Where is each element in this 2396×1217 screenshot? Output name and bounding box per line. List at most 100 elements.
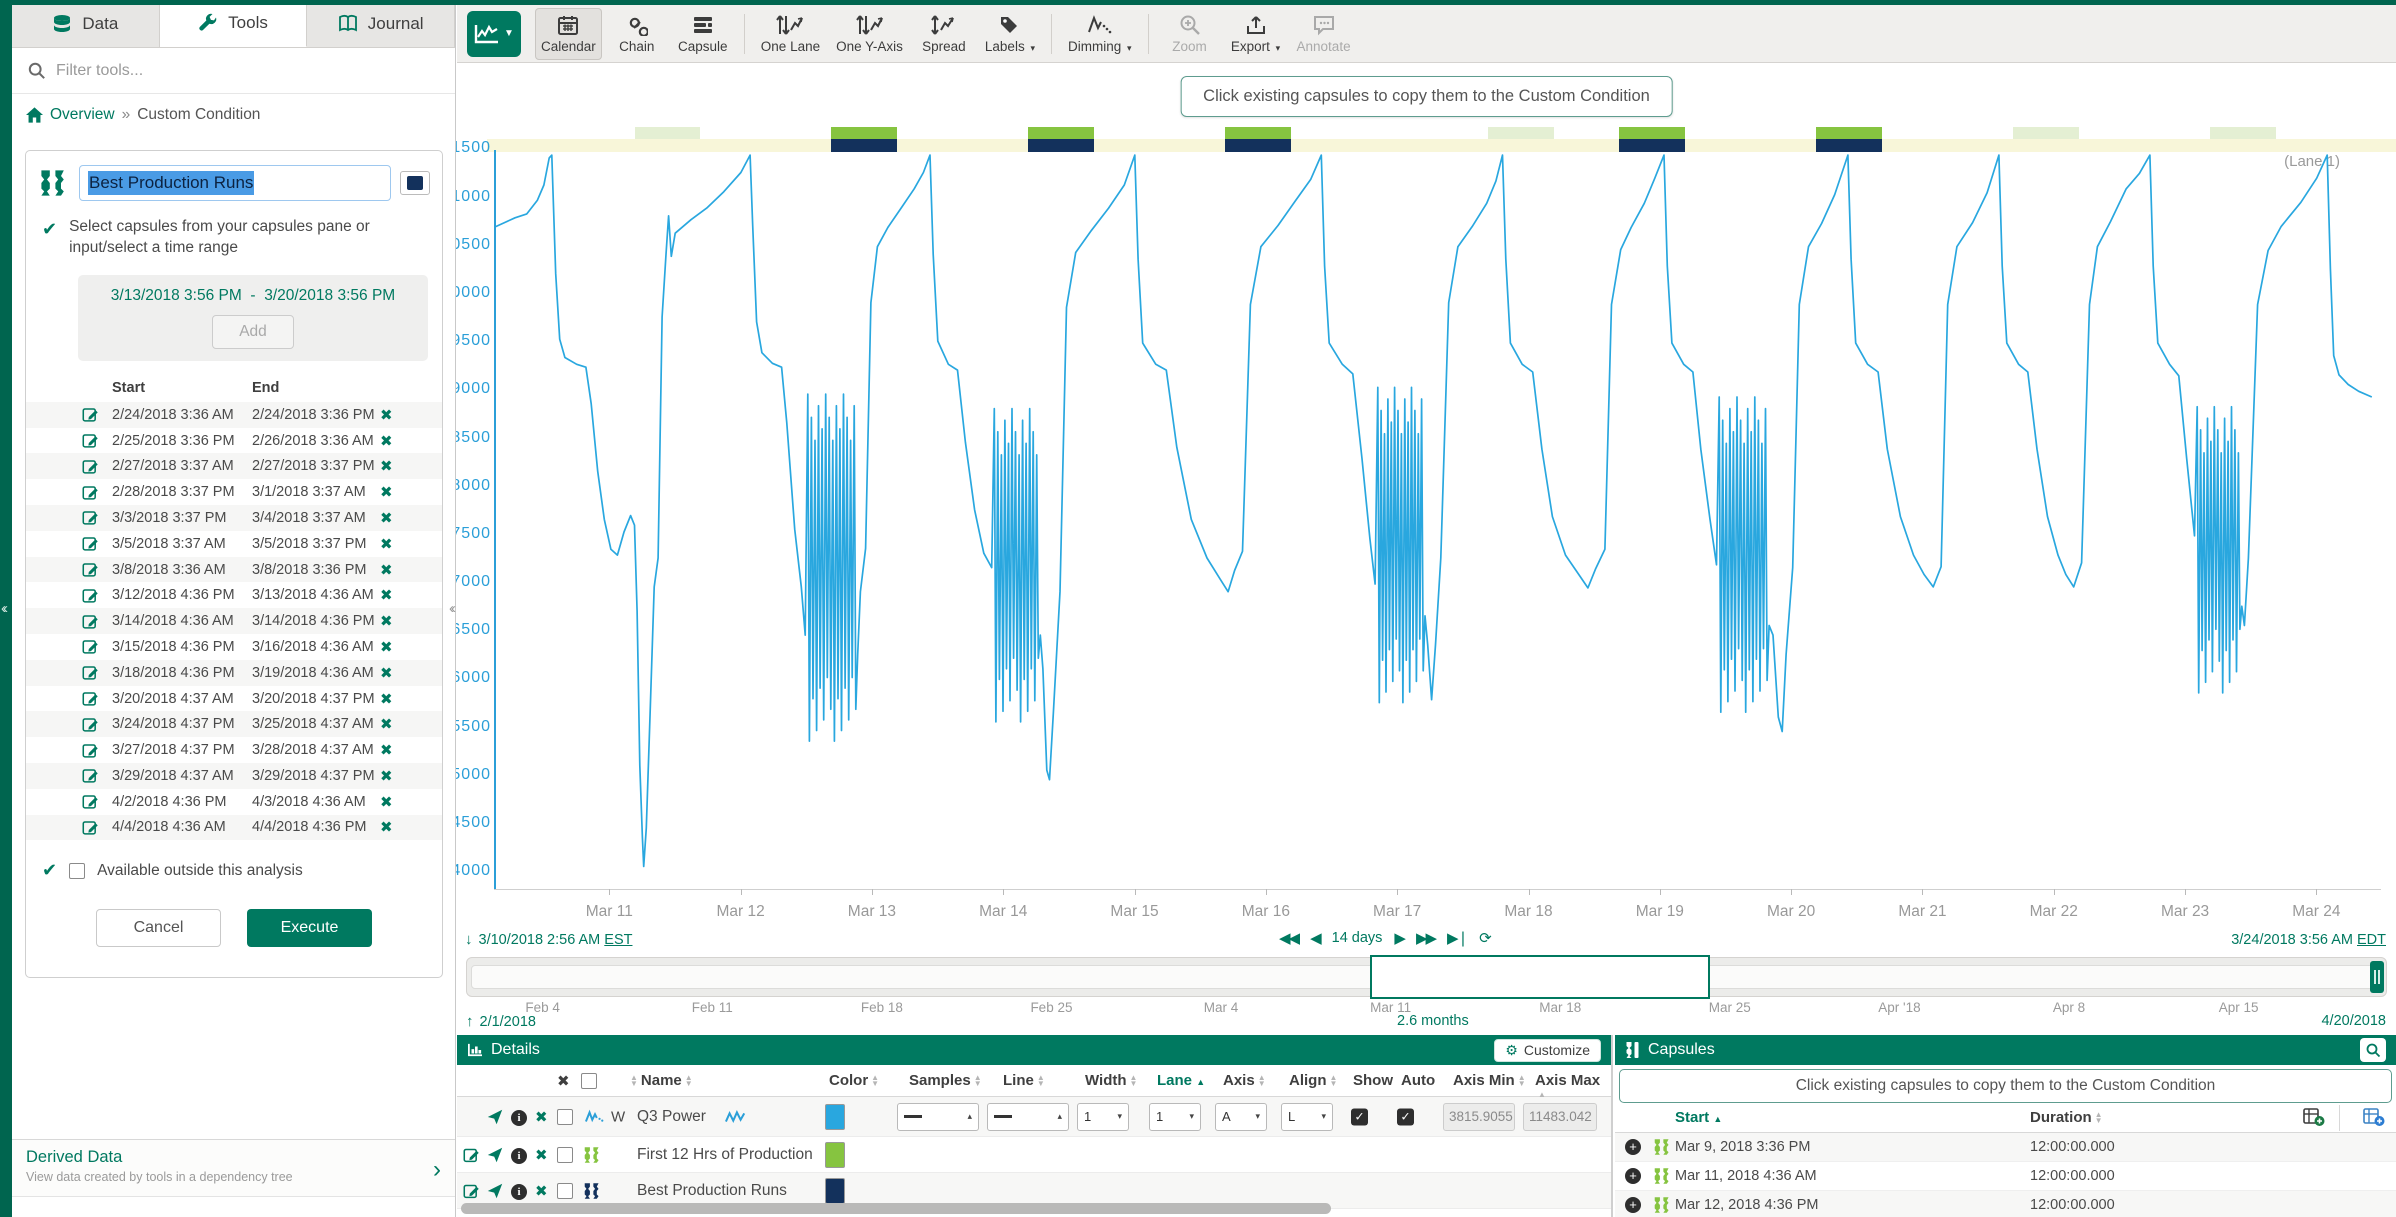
remove-capsule-icon[interactable]: ✖ <box>380 457 393 475</box>
remove-item-icon[interactable]: ✖ <box>535 1182 548 1200</box>
condition-capsule-green[interactable] <box>1619 127 1685 139</box>
tab-tools[interactable]: Tools <box>160 0 308 47</box>
remove-capsule-icon[interactable]: ✖ <box>380 715 393 733</box>
collapse-sidebar-icon[interactable]: ‹‹ <box>449 600 453 617</box>
window-duration[interactable]: 14 days <box>1332 930 1383 946</box>
customize-button[interactable]: ⚙ Customize <box>1494 1039 1601 1062</box>
timebar-selection[interactable] <box>1370 955 1710 999</box>
info-icon[interactable]: i <box>511 1182 527 1200</box>
edit-capsule-icon[interactable] <box>82 664 112 681</box>
color-swatch[interactable] <box>825 1104 845 1130</box>
axis-dropdown[interactable]: A▾ <box>1215 1103 1267 1131</box>
samples-style-dropdown[interactable]: ▴ <box>897 1103 979 1131</box>
step-to-end-icon[interactable]: ▶❘ <box>1447 929 1467 947</box>
chain-button[interactable]: Chain <box>606 8 668 60</box>
column-header-name[interactable]: ▲▼Name▲▼ <box>627 1072 696 1089</box>
remove-capsule-icon[interactable]: ✖ <box>380 638 393 656</box>
edit-capsule-icon[interactable] <box>82 819 112 836</box>
condition-capsule-green[interactable] <box>831 127 897 139</box>
capsules-search-button[interactable] <box>2360 1038 2386 1062</box>
column-header-line[interactable]: Line▲▼ <box>1003 1072 1048 1089</box>
condition-capsule-green[interactable] <box>1028 127 1094 139</box>
capsule-row[interactable]: +Mar 11, 2018 4:36 AM12:00:00.000 <box>1615 1162 2396 1191</box>
one-lane-button[interactable]: One Lane <box>755 8 826 60</box>
condition-capsule-green-dimmed[interactable] <box>2210 127 2276 139</box>
condition-capsule-green-dimmed[interactable] <box>1488 127 1554 139</box>
refresh-icon[interactable]: ⟳ <box>1479 929 1492 947</box>
breadcrumb-overview-link[interactable]: Overview <box>50 106 115 124</box>
edit-capsule-icon[interactable] <box>82 638 112 655</box>
remove-capsule-icon[interactable]: ✖ <box>380 509 393 527</box>
condition-capsule-green[interactable] <box>1225 127 1291 139</box>
remove-capsule-icon[interactable]: ✖ <box>380 586 393 604</box>
column-header-align[interactable]: Align▲▼ <box>1289 1072 1340 1089</box>
axis-min-input[interactable]: 3815.9055 <box>1443 1103 1515 1131</box>
add-all-columns-icon[interactable] <box>2363 1107 2385 1127</box>
condition-capsule-green-dimmed[interactable] <box>635 127 701 139</box>
remove-capsule-icon[interactable]: ✖ <box>380 818 393 836</box>
tab-data[interactable]: Data <box>12 0 160 47</box>
time-range-value[interactable]: 3/13/2018 3:56 PM - 3/20/2018 3:56 PM <box>88 287 418 305</box>
edit-capsule-icon[interactable] <box>82 587 112 604</box>
remove-capsule-icon[interactable]: ✖ <box>380 561 393 579</box>
add-button[interactable]: Add <box>212 315 294 349</box>
step-back-fast-icon[interactable]: ◀◀ <box>1279 929 1298 947</box>
tab-journal[interactable]: Journal <box>307 0 455 47</box>
edit-capsule-icon[interactable] <box>82 458 112 475</box>
edit-capsule-icon[interactable] <box>82 793 112 810</box>
horizontal-scrollbar[interactable] <box>461 1203 1331 1214</box>
step-back-icon[interactable]: ◀ <box>1310 929 1320 947</box>
timebar-handle[interactable] <box>2370 961 2384 993</box>
remove-capsule-icon[interactable]: ✖ <box>380 690 393 708</box>
remove-capsule-icon[interactable]: ✖ <box>380 767 393 785</box>
condition-capsule-green-dimmed[interactable] <box>2013 127 2079 139</box>
column-header-lane[interactable]: Lane ▲ <box>1157 1072 1205 1089</box>
filter-tools-row[interactable]: Filter tools... <box>12 48 455 94</box>
color-swatch[interactable] <box>825 1142 845 1168</box>
line-style-dropdown[interactable]: ▴ <box>987 1103 1069 1131</box>
capsules-start-column[interactable]: Start ▲ <box>1675 1109 1722 1126</box>
home-icon[interactable] <box>26 107 43 123</box>
edit-capsule-icon[interactable] <box>82 561 112 578</box>
edit-capsule-icon[interactable] <box>82 535 112 552</box>
edit-capsule-icon[interactable] <box>82 716 112 733</box>
expand-capsule-icon[interactable]: + <box>1625 1139 1641 1155</box>
remove-item-icon[interactable]: ✖ <box>535 1108 548 1126</box>
remove-all-icon[interactable]: ✖ <box>557 1072 570 1090</box>
available-checkbox[interactable] <box>69 863 85 879</box>
row-checkbox[interactable] <box>557 1109 573 1125</box>
expand-capsule-icon[interactable]: + <box>1625 1168 1641 1184</box>
remove-capsule-icon[interactable]: ✖ <box>380 432 393 450</box>
remove-item-icon[interactable]: ✖ <box>535 1146 548 1164</box>
pin-item-icon[interactable] <box>487 1183 503 1199</box>
start-column-header[interactable]: Start <box>112 380 252 396</box>
row-checkbox[interactable] <box>557 1183 573 1199</box>
timebar-range-end[interactable]: 4/20/2018 <box>2321 1013 2386 1029</box>
info-icon[interactable]: i <box>511 1146 527 1164</box>
select-all-checkbox[interactable] <box>581 1073 597 1089</box>
remove-capsule-icon[interactable]: ✖ <box>380 406 393 424</box>
capsule-row[interactable]: +Mar 9, 2018 3:36 PM12:00:00.000 <box>1615 1133 2396 1162</box>
execute-button[interactable]: Execute <box>247 909 372 947</box>
column-header-axis-min[interactable]: Axis Min▲▼ <box>1453 1072 1529 1089</box>
edit-capsule-icon[interactable] <box>82 742 112 759</box>
edit-capsule-icon[interactable] <box>82 613 112 630</box>
view-mode-dropdown[interactable]: ▼ <box>467 11 521 57</box>
derived-data-footer[interactable]: Derived Data View data created by tools … <box>12 1139 455 1197</box>
edit-item-icon[interactable] <box>463 1182 480 1199</box>
edit-capsule-icon[interactable] <box>82 509 112 526</box>
capsules-duration-column[interactable]: Duration▲▼ <box>2030 1109 2106 1126</box>
timebar-range-start[interactable]: ↑ 2/1/2018 <box>466 1013 536 1030</box>
export-button[interactable]: Export ▾ <box>1225 8 1287 60</box>
expand-capsule-icon[interactable]: + <box>1625 1197 1641 1213</box>
condition-capsule-green[interactable] <box>1816 127 1882 139</box>
auto-checkbox[interactable]: ✓ <box>1397 1108 1414 1125</box>
capsule-row[interactable]: +Mar 12, 2018 4:36 PM12:00:00.000 <box>1615 1191 2396 1217</box>
condition-name-input[interactable]: Best Production Runs <box>79 165 391 201</box>
range-start-readout[interactable]: ↓ 3/10/2018 2:56 AM EST <box>465 931 632 948</box>
pin-item-icon[interactable] <box>487 1147 503 1163</box>
chart-area[interactable]: (Lane 1) 4000450050005500600065007000750… <box>457 63 2396 963</box>
remove-capsule-icon[interactable]: ✖ <box>380 793 393 811</box>
show-checkbox[interactable]: ✓ <box>1351 1108 1368 1125</box>
one-y-axis-button[interactable]: One Y-Axis <box>830 8 909 60</box>
